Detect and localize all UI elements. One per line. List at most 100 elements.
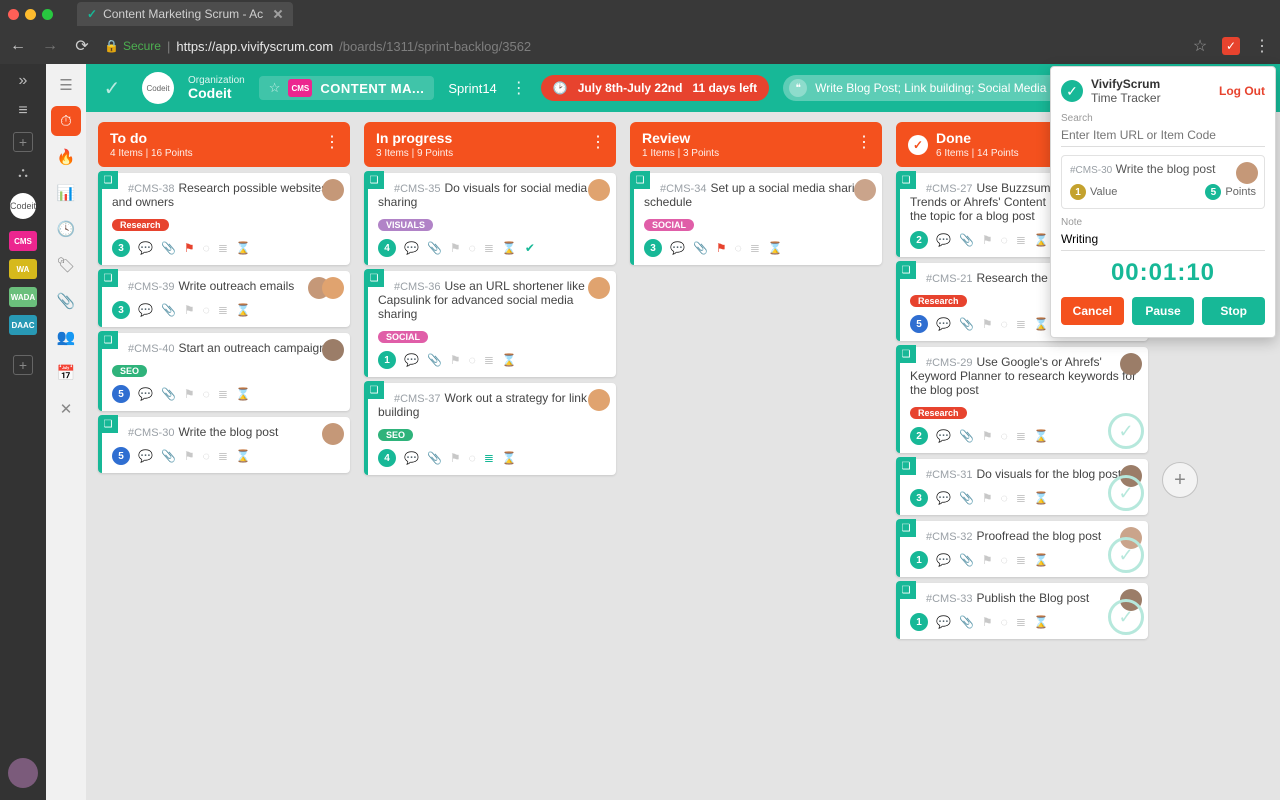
tab-close-icon[interactable] bbox=[273, 9, 283, 19]
card[interactable]: ❏#CMS-37Work out a strategy for link bui… bbox=[364, 383, 616, 475]
strip-tags-icon[interactable]: 🏷 bbox=[51, 250, 81, 280]
card-flag-icon: ⚑ bbox=[184, 387, 195, 401]
rail-org-icon[interactable]: ⛬ bbox=[18, 164, 28, 181]
tracker-search-input[interactable] bbox=[1061, 124, 1265, 147]
sprint-menu-icon[interactable]: ⋮ bbox=[511, 78, 527, 98]
card-tag: Research bbox=[910, 295, 967, 307]
strip-burndown-icon[interactable]: 🔥 bbox=[51, 142, 81, 172]
rail-board-badge[interactable]: DAAC bbox=[9, 315, 37, 335]
address-bar[interactable]: 🔒 Secure | https://app.vivifyscrum.com/b… bbox=[104, 39, 1178, 54]
card[interactable]: ❏#CMS-39Write outreach emails3💬📎⚑◌≣⌛ bbox=[98, 271, 350, 327]
window-close-dot[interactable] bbox=[8, 9, 19, 20]
tracker-note-input[interactable] bbox=[1061, 228, 1265, 251]
card[interactable]: ❏#CMS-31Do visuals for the blog post3💬📎⚑… bbox=[896, 459, 1148, 515]
strip-attach-icon[interactable]: 📎 bbox=[51, 286, 81, 316]
card-attach-icon: 📎 bbox=[161, 449, 176, 463]
tracker-pause-button[interactable]: Pause bbox=[1132, 297, 1195, 325]
tracker-logout-link[interactable]: Log Out bbox=[1219, 84, 1265, 98]
card[interactable]: ❏#CMS-30Write the blog post5💬📎⚑◌≣⌛ bbox=[98, 417, 350, 473]
window-minimize-dot[interactable] bbox=[25, 9, 36, 20]
strip-stats-icon[interactable]: 📊 bbox=[51, 178, 81, 208]
tracker-cancel-button[interactable]: Cancel bbox=[1061, 297, 1124, 325]
workspace-rail: » ≡ + ⛬ Codeit CMS WA WADA DAAC + bbox=[0, 64, 46, 800]
window-zoom-dot[interactable] bbox=[42, 9, 53, 20]
nav-back-icon[interactable]: ← bbox=[8, 36, 28, 56]
browser-tab[interactable]: ✓ Content Marketing Scrum - Ac bbox=[77, 2, 293, 26]
column-menu-icon[interactable]: ⋮ bbox=[590, 132, 606, 152]
card-tag: Research bbox=[112, 219, 169, 231]
card-title: Write the blog post bbox=[178, 425, 278, 439]
card-assignee-avatar bbox=[588, 277, 610, 299]
card-hourglass-icon: ⌛ bbox=[236, 241, 251, 255]
card-type-icon: ❏ bbox=[896, 519, 916, 537]
card[interactable]: ❏#CMS-34Set up a social media sharing sc… bbox=[630, 173, 882, 265]
strip-backlog-icon[interactable]: ☰ bbox=[51, 70, 81, 100]
column-header[interactable]: In progress3 Items | 9 Points⋮ bbox=[364, 122, 616, 167]
rail-board-badge[interactable]: WA bbox=[9, 259, 37, 279]
board-star-icon[interactable]: ☆ bbox=[269, 80, 281, 96]
card-tag: Research bbox=[910, 407, 967, 419]
board-badge: CMS bbox=[288, 79, 312, 97]
strip-history-icon[interactable]: 🕓 bbox=[51, 214, 81, 244]
bookmark-star-icon[interactable]: ☆ bbox=[1190, 36, 1210, 56]
rail-add-button[interactable]: + bbox=[13, 132, 33, 152]
sprint-name[interactable]: Sprint14 bbox=[448, 81, 496, 96]
card-circle-icon: ◌ bbox=[1001, 317, 1008, 331]
rail-add-board-button[interactable]: + bbox=[13, 355, 33, 375]
tracker-brand-2: Time Tracker bbox=[1091, 91, 1161, 105]
tracker-selected-item[interactable]: #CMS-30 Write the blog post 1Value 5Poin… bbox=[1061, 155, 1265, 209]
card-complete-stamp-icon: ✓ bbox=[1108, 413, 1144, 449]
card-flag-icon: ⚑ bbox=[184, 241, 195, 255]
nav-reload-icon[interactable]: ⟳ bbox=[72, 36, 92, 56]
rail-board-badge[interactable]: WADA bbox=[9, 287, 37, 307]
url-host: https://app.vivifyscrum.com bbox=[176, 39, 333, 54]
card[interactable]: ❏#CMS-40Start an outreach campaignSEO5💬📎… bbox=[98, 333, 350, 411]
sprint-goal-pill[interactable]: ❝ Write Blog Post; Link building; Social… bbox=[783, 75, 1082, 101]
card-list-icon: ≣ bbox=[218, 303, 228, 317]
browser-menu-icon[interactable]: ⋮ bbox=[1252, 36, 1272, 56]
strip-calendar-icon[interactable]: 📅 bbox=[51, 358, 81, 388]
rail-user-avatar[interactable] bbox=[8, 758, 38, 788]
rail-org-logo[interactable]: Codeit bbox=[10, 193, 36, 219]
rail-expand-icon[interactable]: » bbox=[19, 72, 28, 90]
card-list-icon: ≣ bbox=[1016, 429, 1026, 443]
app-logo-icon[interactable]: ✓ bbox=[96, 76, 128, 101]
nav-forward-icon: → bbox=[40, 36, 60, 56]
card-flag-icon: ⚑ bbox=[450, 353, 461, 367]
card[interactable]: ❏#CMS-32Proofread the blog post1💬📎⚑◌≣⌛✓ bbox=[896, 521, 1148, 577]
card[interactable]: ❏#CMS-38Research possible websites and o… bbox=[98, 173, 350, 265]
card-hourglass-icon: ⌛ bbox=[502, 241, 517, 255]
add-column-button[interactable]: + bbox=[1162, 462, 1198, 498]
card-points: 2 bbox=[910, 427, 928, 445]
strip-timer-icon[interactable]: ⏱ bbox=[51, 106, 81, 136]
card-comment-icon: 💬 bbox=[670, 241, 685, 255]
rail-stack-icon[interactable]: ≡ bbox=[18, 102, 27, 120]
card[interactable]: ❏#CMS-36Use an URL shortener like Capsul… bbox=[364, 271, 616, 377]
sprint-deadline-pill[interactable]: 🕑 July 8th-July 22nd 11 days left bbox=[541, 75, 769, 101]
card[interactable]: ❏#CMS-29Use Google's or Ahrefs' Keyword … bbox=[896, 347, 1148, 453]
card-assignee-avatar bbox=[322, 423, 344, 445]
org-logo[interactable]: Codeit bbox=[142, 72, 174, 104]
card-type-icon: ❏ bbox=[98, 269, 118, 287]
org-name[interactable]: Codeit bbox=[188, 86, 245, 101]
card-code: #CMS-27 bbox=[926, 183, 972, 195]
board-selector[interactable]: ☆ CMS CONTENT MA... bbox=[259, 76, 435, 100]
extension-vivify-icon[interactable]: ✓ bbox=[1222, 37, 1240, 55]
card[interactable]: ❏#CMS-33Publish the Blog post1💬📎⚑◌≣⌛✓ bbox=[896, 583, 1148, 639]
tracker-value-number: 1 bbox=[1070, 184, 1086, 200]
tracker-points-number: 5 bbox=[1205, 184, 1221, 200]
strip-settings-icon[interactable]: ✕ bbox=[51, 394, 81, 424]
column-title: Done bbox=[936, 130, 1019, 146]
column-header[interactable]: To do4 Items | 16 Points⋮ bbox=[98, 122, 350, 167]
card-list-icon: ≣ bbox=[750, 241, 760, 255]
card-circle-icon: ◌ bbox=[203, 303, 210, 317]
card[interactable]: ❏#CMS-35Do visuals for social media shar… bbox=[364, 173, 616, 265]
column-menu-icon[interactable]: ⋮ bbox=[856, 132, 872, 152]
card-attach-icon: 📎 bbox=[959, 553, 974, 567]
column-menu-icon[interactable]: ⋮ bbox=[324, 132, 340, 152]
rail-board-badge[interactable]: CMS bbox=[9, 231, 37, 251]
tracker-stop-button[interactable]: Stop bbox=[1202, 297, 1265, 325]
card-points: 2 bbox=[910, 231, 928, 249]
strip-team-icon[interactable]: 👥 bbox=[51, 322, 81, 352]
column-header[interactable]: Review1 Items | 3 Points⋮ bbox=[630, 122, 882, 167]
